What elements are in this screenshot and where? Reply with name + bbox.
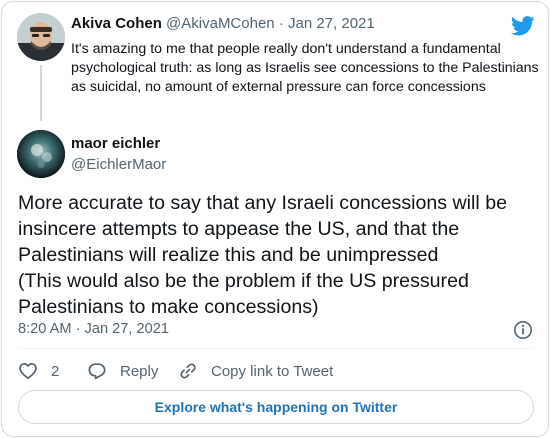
avatar-akiva-cohen[interactable] bbox=[17, 13, 65, 61]
divider bbox=[18, 348, 534, 349]
quoted-author-name[interactable]: Akiva Cohen bbox=[71, 15, 162, 32]
quoted-author-handle[interactable]: @AkivaMCohen bbox=[166, 15, 275, 32]
like-count: 2 bbox=[51, 362, 60, 380]
quoted-tweet-text: It's amazing to me that people really do… bbox=[71, 41, 539, 95]
quoted-tweet-date[interactable]: Jan 27, 2021 bbox=[288, 15, 375, 32]
tweet-date: Jan 27, 2021 bbox=[84, 321, 169, 337]
link-icon bbox=[180, 363, 196, 379]
tweet-text-paragraph: (This would also be the problem if the U… bbox=[18, 270, 469, 318]
explore-twitter-button[interactable]: Explore what's happening on Twitter bbox=[18, 390, 534, 424]
tweet-time: 8:20 AM bbox=[18, 321, 72, 337]
reply-label: Reply bbox=[120, 362, 159, 380]
tweet-text-paragraph: More accurate to say that any Israeli co… bbox=[18, 192, 507, 266]
tweet-actions: 2 Reply Copy link to Tweet bbox=[18, 360, 333, 382]
avatar-maor-eichler[interactable] bbox=[17, 130, 65, 178]
quoted-tweet-header: Akiva Cohen @AkivaMCohen · Jan 27, 2021 bbox=[71, 15, 375, 32]
embedded-tweet-card: Akiva Cohen @AkivaMCohen · Jan 27, 2021 … bbox=[1, 1, 549, 437]
tweet-timestamp[interactable]: 8:20 AM · Jan 27, 2021 bbox=[18, 321, 169, 337]
tweet-text: More accurate to say that any Israeli co… bbox=[18, 190, 538, 320]
copy-link-button[interactable]: Copy link to Tweet bbox=[178, 361, 333, 381]
like-button[interactable]: 2 bbox=[18, 361, 87, 381]
thread-connector-line bbox=[40, 65, 42, 121]
author-handle[interactable]: @EichlerMaor bbox=[71, 156, 166, 173]
info-icon[interactable] bbox=[513, 320, 533, 340]
quoted-date-separator: · bbox=[278, 15, 284, 32]
reply-icon bbox=[88, 363, 106, 380]
reply-button[interactable]: Reply bbox=[87, 361, 178, 381]
copy-link-label: Copy link to Tweet bbox=[211, 362, 334, 380]
tweet-date-separator: · bbox=[75, 321, 81, 337]
heart-icon bbox=[19, 362, 37, 380]
author-name[interactable]: maor eichler bbox=[71, 135, 160, 152]
explore-label: Explore what's happening on Twitter bbox=[154, 399, 398, 415]
twitter-bird-icon[interactable] bbox=[510, 16, 535, 36]
